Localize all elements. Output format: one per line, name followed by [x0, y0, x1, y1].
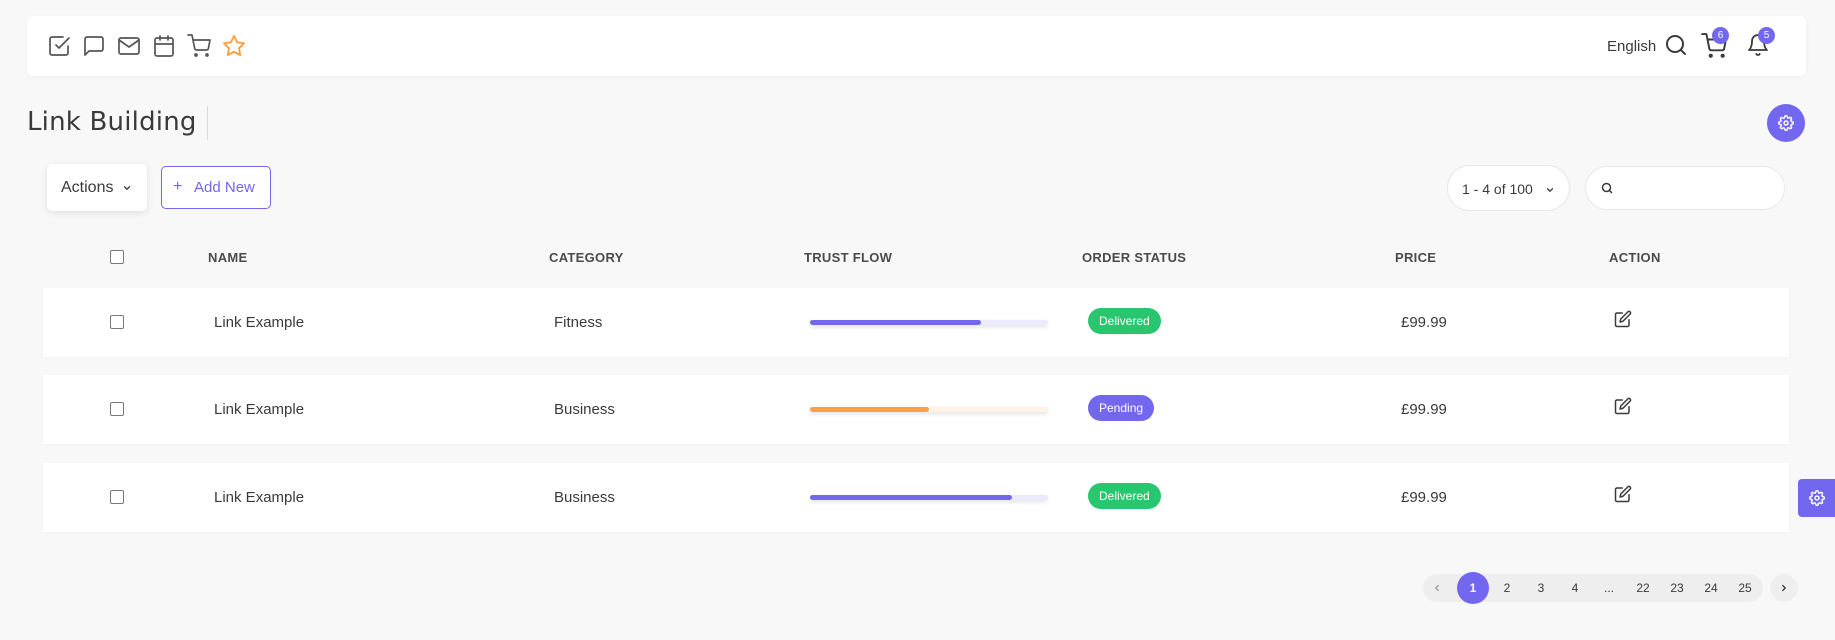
next-page-button[interactable]	[1770, 574, 1798, 602]
page-ellipsis: ...	[1603, 581, 1614, 595]
row-price: £99.99	[1401, 314, 1447, 331]
table-row: Link Example Business Delivered £99.99	[43, 463, 1789, 532]
chevron-down-icon	[1546, 188, 1554, 192]
edit-icon[interactable]	[1614, 397, 1632, 415]
row-checkbox[interactable]	[110, 490, 124, 504]
table-row: Link Example Business Pending £99.99	[43, 375, 1789, 444]
page-25[interactable]: 25	[1729, 572, 1761, 604]
pagination: 1 2 3 4 ... 22 23 24 25	[1423, 572, 1798, 604]
mail-icon[interactable]	[117, 34, 141, 58]
row-category: Business	[554, 489, 615, 506]
row-category: Business	[554, 401, 615, 418]
search-input[interactable]	[1618, 177, 1773, 199]
add-new-button[interactable]: + Add New	[161, 166, 271, 209]
page-4[interactable]: 4	[1559, 572, 1591, 604]
row-price: £99.99	[1401, 489, 1447, 506]
edit-icon[interactable]	[1614, 485, 1632, 503]
cart-count-badge: 6	[1712, 27, 1729, 44]
page-2[interactable]: 2	[1491, 572, 1523, 604]
calendar-icon[interactable]	[152, 34, 176, 58]
row-name[interactable]: Link Example	[214, 401, 304, 418]
edit-icon[interactable]	[1614, 310, 1632, 328]
column-header-category[interactable]: CATEGORY	[549, 250, 624, 265]
trust-flow-bar	[810, 407, 1048, 412]
range-label: 1 - 4 of 100	[1462, 181, 1533, 197]
gear-icon	[1778, 115, 1794, 131]
customizer-toggle[interactable]	[1798, 479, 1835, 517]
gear-icon	[1809, 490, 1825, 506]
search-icon[interactable]	[1664, 33, 1688, 57]
top-navbar: English 6 5	[27, 16, 1806, 76]
actions-label: Actions	[61, 179, 114, 196]
row-name[interactable]: Link Example	[214, 314, 304, 331]
chevron-down-icon	[123, 186, 131, 190]
row-name[interactable]: Link Example	[214, 489, 304, 506]
search-icon	[1601, 182, 1613, 194]
row-price: £99.99	[1401, 401, 1447, 418]
trust-flow-fill	[810, 407, 929, 412]
column-header-trust-flow[interactable]: TRUST FLOW	[804, 250, 892, 265]
status-badge: Delivered	[1088, 483, 1161, 509]
trust-flow-fill	[810, 495, 1013, 500]
page-22[interactable]: 22	[1627, 572, 1659, 604]
range-dropdown[interactable]: 1 - 4 of 100	[1447, 165, 1570, 211]
page-title: Link Building	[27, 107, 197, 137]
page-23[interactable]: 23	[1661, 572, 1693, 604]
checkbox-icon[interactable]	[47, 34, 71, 58]
select-all-checkbox[interactable]	[110, 250, 124, 264]
column-header-action: ACTION	[1609, 250, 1661, 265]
title-divider	[207, 106, 208, 140]
column-header-name[interactable]: NAME	[208, 250, 247, 265]
trust-flow-bar	[810, 495, 1048, 500]
table-row: Link Example Fitness Delivered £99.99	[43, 288, 1789, 357]
column-header-price[interactable]: PRICE	[1395, 250, 1436, 265]
trust-flow-bar	[810, 320, 1048, 325]
settings-button[interactable]	[1767, 104, 1805, 142]
chat-icon[interactable]	[82, 34, 106, 58]
status-badge: Delivered	[1088, 308, 1161, 334]
star-icon[interactable]	[222, 34, 246, 58]
row-checkbox[interactable]	[110, 315, 124, 329]
plus-icon: +	[173, 178, 183, 195]
trust-flow-fill	[810, 320, 982, 325]
chevron-left-icon	[1435, 584, 1439, 592]
prev-page-button[interactable]	[1423, 574, 1451, 602]
chevron-right-icon	[1782, 584, 1786, 592]
column-header-order-status[interactable]: ORDER STATUS	[1082, 250, 1186, 265]
status-badge: Pending	[1088, 395, 1155, 421]
page-24[interactable]: 24	[1695, 572, 1727, 604]
row-category: Fitness	[554, 314, 603, 331]
language-selector[interactable]: English	[1607, 38, 1656, 55]
search-box[interactable]	[1585, 166, 1785, 210]
notification-count-badge: 5	[1758, 27, 1775, 44]
row-checkbox[interactable]	[110, 402, 124, 416]
page-3[interactable]: 3	[1525, 572, 1557, 604]
add-new-label: Add New	[194, 179, 255, 196]
page-1[interactable]: 1	[1457, 572, 1489, 604]
actions-dropdown[interactable]: Actions	[47, 164, 147, 211]
cart-icon[interactable]	[187, 34, 211, 58]
